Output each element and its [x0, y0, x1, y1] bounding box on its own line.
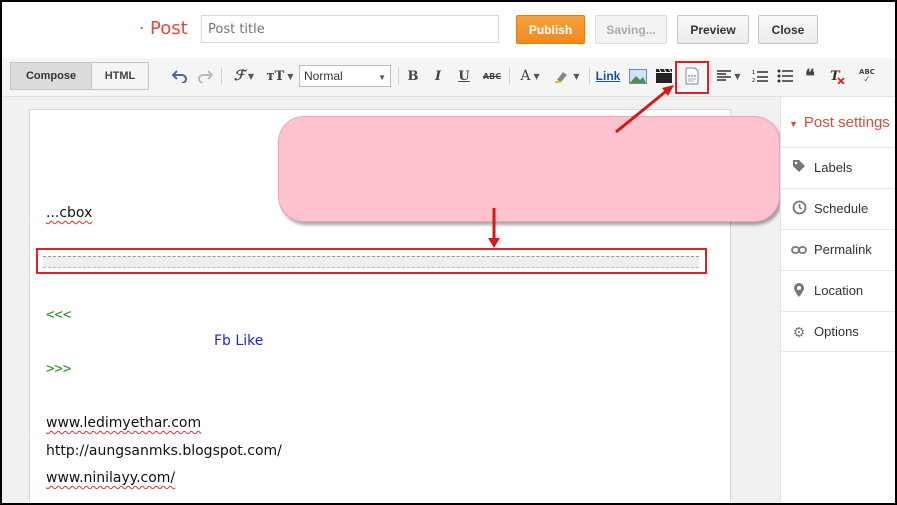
- sidebar-divider: [781, 351, 895, 352]
- sidebar-item-schedule[interactable]: Schedule: [781, 188, 895, 229]
- sidebar-item-permalink[interactable]: Permalink: [781, 229, 895, 270]
- sidebar-item-labels[interactable]: Labels: [781, 147, 895, 188]
- sidebar-item-options[interactable]: ⚙ Options: [781, 311, 895, 352]
- annotation-arrows: [488, 85, 674, 248]
- blogger-editor-window: · Post Publish Saving... Preview Close C…: [0, 0, 897, 505]
- sidebar-item-location[interactable]: Location: [781, 270, 895, 311]
- post-settings-sidebar: ▼ Post settings Labels Schedule Permalink…: [780, 97, 895, 503]
- jump-break-tool-highlight: [675, 61, 709, 94]
- post-settings-heading[interactable]: ▼ Post settings: [789, 114, 890, 131]
- tag-icon: [790, 159, 808, 177]
- pin-icon: [790, 282, 808, 300]
- link-icon: [790, 241, 808, 259]
- clock-icon: [790, 200, 808, 218]
- gear-icon: ⚙: [792, 324, 806, 340]
